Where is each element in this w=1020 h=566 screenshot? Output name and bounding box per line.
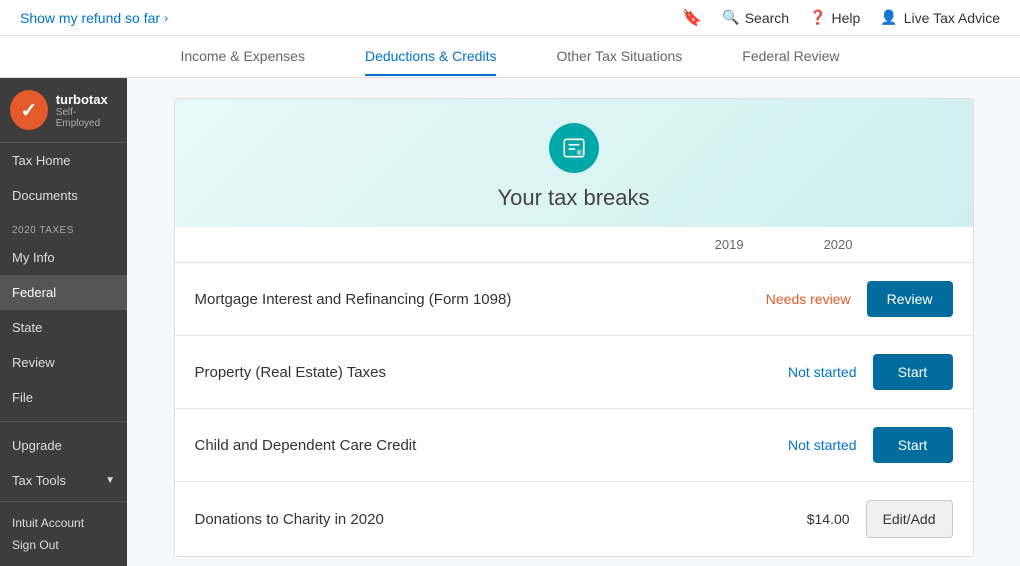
tax-breaks-title: Your tax breaks <box>497 185 649 211</box>
donations-item-name: Donations to Charity in 2020 <box>195 511 384 528</box>
refund-link[interactable]: Show my refund so far › <box>20 10 168 26</box>
content-area: $ Your tax breaks 2019 2020 Mortgage Int… <box>127 78 1020 566</box>
live-advice-button[interactable]: 👤 Live Tax Advice <box>880 9 1000 26</box>
live-advice-label: Live Tax Advice <box>904 10 1000 26</box>
tax-item-donations: Donations to Charity in 2020 $14.00 Edit… <box>175 482 973 556</box>
top-bar: Show my refund so far › 🔖 🔍 Search ❓ Hel… <box>0 0 1020 36</box>
tax-icon-svg: $ <box>561 135 587 161</box>
child-dependent-item-name: Child and Dependent Care Credit <box>195 437 417 454</box>
tax-breaks-icon: $ <box>549 123 599 173</box>
tax-tools-chevron: ▼ <box>105 475 115 486</box>
tax-breaks-header: $ Your tax breaks <box>175 99 973 227</box>
tab-income[interactable]: Income & Expenses <box>180 38 305 76</box>
tab-nav: Income & Expenses Deductions & Credits O… <box>0 36 1020 78</box>
sidebar-sign-out[interactable]: Sign Out <box>12 534 115 556</box>
sidebar-item-documents[interactable]: Documents <box>0 178 127 213</box>
sidebar-item-review[interactable]: Review <box>0 345 127 380</box>
tax-item-mortgage: Mortgage Interest and Refinancing (Form … <box>175 263 973 336</box>
main-layout: ✓ turbotax Self-Employed Tax Home Docume… <box>0 78 1020 566</box>
mortgage-status: Needs review <box>766 291 851 307</box>
sidebar-item-file[interactable]: File <box>0 380 127 415</box>
year-headers: 2019 2020 <box>175 227 973 263</box>
sidebar-item-tax-home[interactable]: Tax Home <box>0 143 127 178</box>
sidebar: ✓ turbotax Self-Employed Tax Home Docume… <box>0 78 127 566</box>
tax-item-child-dependent: Child and Dependent Care Credit Not star… <box>175 409 973 482</box>
sidebar-item-tax-tools[interactable]: Tax Tools ▼ <box>0 463 127 498</box>
logo-subtitle: Self-Employed <box>56 107 117 129</box>
search-icon: 🔍 <box>722 9 739 26</box>
sidebar-bottom: Intuit Account Sign Out <box>0 501 127 566</box>
tab-federal-review[interactable]: Federal Review <box>742 38 839 76</box>
bookmark-icon[interactable]: 🔖 <box>682 8 702 28</box>
sidebar-logo: ✓ turbotax Self-Employed <box>0 78 127 143</box>
tax-item-property: Property (Real Estate) Taxes Not started… <box>175 336 973 409</box>
sidebar-item-my-info[interactable]: My Info <box>0 240 127 275</box>
sidebar-nav: Tax Home Documents 2020 TAXES My Info Fe… <box>0 143 127 501</box>
mortgage-item-right: Needs review Review <box>766 281 953 317</box>
property-item-name: Property (Real Estate) Taxes <box>195 364 386 381</box>
tab-other[interactable]: Other Tax Situations <box>556 38 682 76</box>
search-button[interactable]: 🔍 Search <box>722 9 789 26</box>
property-start-button[interactable]: Start <box>873 354 953 390</box>
donations-amount: $14.00 <box>807 511 850 527</box>
search-label: Search <box>745 10 789 26</box>
refund-chevron: › <box>164 11 168 25</box>
sidebar-divider <box>0 421 127 422</box>
child-dependent-start-button[interactable]: Start <box>873 427 953 463</box>
year-2020: 2020 <box>824 237 853 252</box>
help-button[interactable]: ❓ Help <box>809 9 860 26</box>
sidebar-item-upgrade[interactable]: Upgrade <box>0 428 127 463</box>
logo-text: turbotax Self-Employed <box>56 92 117 129</box>
sidebar-item-federal[interactable]: Federal <box>0 275 127 310</box>
help-icon: ❓ <box>809 9 826 26</box>
property-status: Not started <box>788 364 856 380</box>
live-advice-icon: 👤 <box>880 9 897 26</box>
tab-deductions[interactable]: Deductions & Credits <box>365 38 497 76</box>
child-dependent-item-right: Not started Start <box>788 427 952 463</box>
donations-edit-add-button[interactable]: Edit/Add <box>866 500 953 538</box>
sidebar-section-label: 2020 TAXES <box>0 213 127 240</box>
logo-checkmark: ✓ <box>10 90 48 130</box>
refund-link-label: Show my refund so far <box>20 10 160 26</box>
sidebar-item-state[interactable]: State <box>0 310 127 345</box>
help-label: Help <box>832 10 861 26</box>
logo-brand: turbotax <box>56 92 117 107</box>
donations-item-right: $14.00 Edit/Add <box>807 500 953 538</box>
property-item-right: Not started Start <box>788 354 952 390</box>
year-2019: 2019 <box>715 237 744 252</box>
child-dependent-status: Not started <box>788 437 856 453</box>
top-actions: 🔖 🔍 Search ❓ Help 👤 Live Tax Advice <box>682 8 1000 28</box>
tax-breaks-container: $ Your tax breaks 2019 2020 Mortgage Int… <box>174 98 974 557</box>
sidebar-intuit-account[interactable]: Intuit Account <box>12 512 115 534</box>
mortgage-item-name: Mortgage Interest and Refinancing (Form … <box>195 291 512 308</box>
mortgage-review-button[interactable]: Review <box>867 281 953 317</box>
